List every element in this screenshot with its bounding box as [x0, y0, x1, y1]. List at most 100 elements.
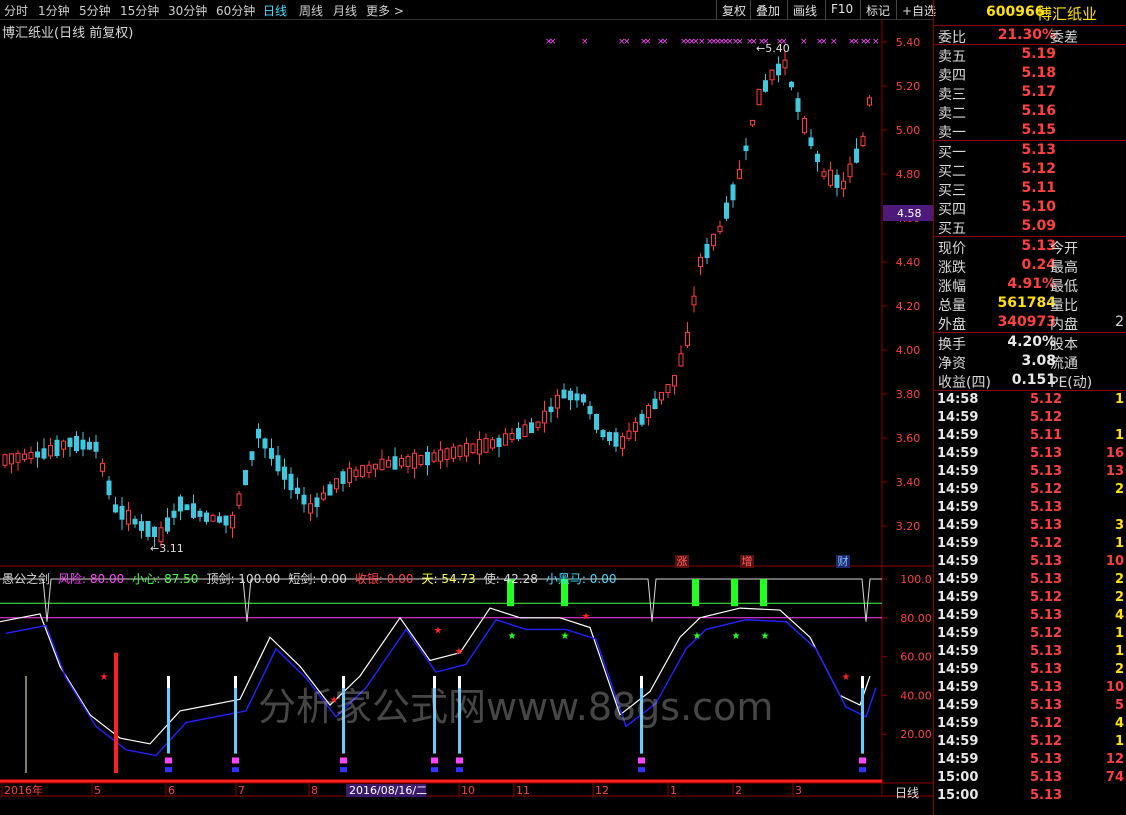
tick-price: 5.13: [1030, 662, 1063, 677]
tick-row: 14:59 5.13 1: [934, 643, 1126, 661]
stock-name[interactable]: 博汇纸业: [1037, 3, 1097, 24]
candlesticks: [2, 50, 872, 548]
tick-row: 15:00 5.13: [934, 787, 1126, 805]
candle-body: [373, 463, 378, 470]
ask-level-1-label: 卖四: [938, 68, 966, 84]
candle-body: [470, 443, 476, 454]
quote-panel: 600966 博汇纸业 委比 21.30% 委差 卖五 5.19 卖四 5.18 卖三 5…: [933, 0, 1126, 815]
blue-base-4: [456, 767, 463, 773]
date-label-7: 12: [595, 784, 609, 797]
candle-body: [379, 458, 385, 471]
candle-body: [568, 390, 573, 401]
quote-stat-1-label: 涨跌: [938, 260, 966, 276]
tick-time: 14:59: [937, 536, 979, 551]
candle-body: [581, 394, 586, 403]
candle-body: [269, 447, 274, 459]
tick-volume: 1: [1114, 392, 1124, 407]
tick-volume: 2: [1114, 590, 1124, 605]
tick-price: 5.12: [1030, 716, 1063, 731]
period-tab-0[interactable]: 分时: [4, 2, 28, 19]
date-label-3: 7: [238, 784, 245, 797]
tick-price: 5.12: [1030, 392, 1063, 407]
tick-row: 14:59 5.13 13: [934, 463, 1126, 481]
ask-level-2-label: 卖三: [938, 87, 966, 103]
tick-price: 5.13: [1030, 572, 1063, 587]
tick-volume: 2: [1114, 482, 1124, 497]
candle-body: [314, 497, 320, 507]
green-star-2: ★: [693, 631, 702, 642]
toolbar-button-1[interactable]: 叠加: [750, 0, 785, 20]
event-badge-text-0: 涨: [677, 555, 688, 568]
tick-volume: 13: [1105, 464, 1124, 479]
bid-level-2-label: 买三: [938, 183, 966, 199]
red-star-5: ★: [842, 672, 851, 683]
candle-body: [665, 384, 671, 393]
ask-level-4-value: 5.15: [1021, 122, 1056, 138]
bid-level-0-label: 买一: [938, 145, 966, 161]
candle-body: [457, 445, 463, 458]
tick-list[interactable]: 14:58 5.12 1 14:59 5.12 14:59 5.11 1 14:59 5.13 16…: [934, 391, 1126, 805]
blue-base-3: [431, 767, 438, 773]
candle-body: [737, 169, 742, 179]
signal-marker-35: ×: [864, 37, 872, 47]
tick-time: 14:59: [937, 626, 979, 641]
candle-body: [100, 462, 105, 472]
candle-body: [828, 169, 833, 186]
tick-time: 14:59: [937, 680, 979, 695]
candle-body: [204, 512, 209, 522]
candle-body: [210, 514, 216, 522]
toolbar-button-3[interactable]: F10: [825, 0, 858, 20]
candle-body: [321, 492, 326, 500]
stock-code[interactable]: 600966: [986, 4, 1044, 20]
event-badge-text-1: 增: [742, 554, 753, 568]
quote-stat-2: 涨幅 4.91% 最低: [934, 275, 1126, 295]
period-tab-3[interactable]: 15分钟: [120, 2, 159, 19]
candle-body: [503, 433, 508, 446]
candle-body: [607, 432, 612, 442]
indicator-value-0: 风险: 80.00: [58, 572, 125, 586]
candle-body: [262, 438, 268, 449]
candle-body: [763, 80, 768, 92]
toolbar-button-2[interactable]: 画线: [787, 0, 822, 20]
tick-time: 14:59: [937, 734, 979, 749]
tick-row: 14:58 5.12 1: [934, 391, 1126, 409]
ind-axis-label-3: 40.00: [900, 689, 932, 702]
period-tab-8[interactable]: 月线: [333, 2, 357, 19]
period-tab-7[interactable]: 周线: [299, 2, 323, 19]
period-tab-1[interactable]: 1分钟: [38, 2, 70, 19]
tick-row: 14:59 5.12 2: [934, 481, 1126, 499]
low-price-label: ←3.11: [150, 542, 184, 555]
white-spike-top-1: [234, 676, 237, 688]
period-tab-2[interactable]: 5分钟: [79, 2, 111, 19]
period-tab-4[interactable]: 30分钟: [168, 2, 207, 19]
period-tab-6[interactable]: 日线: [263, 2, 287, 19]
signal-marker-28: ×: [800, 37, 808, 47]
candle-body: [652, 398, 658, 410]
cursor-date-text: 2016/08/16/二: [349, 784, 427, 797]
candle-body: [509, 432, 515, 441]
tick-volume: 12: [1105, 752, 1124, 767]
candle-body: [555, 394, 560, 409]
toolbar-button-4[interactable]: 标记: [860, 0, 895, 20]
tick-volume: 1: [1114, 644, 1124, 659]
signal-marker-30: ×: [820, 37, 828, 47]
candle-body: [626, 430, 632, 439]
indicator-value-2: 顶剑: 100.00: [206, 572, 281, 586]
tick-time: 14:59: [937, 644, 979, 659]
chart-area[interactable]: 5.405.205.004.804.604.404.204.003.803.60…: [0, 20, 933, 815]
candle-body: [600, 430, 606, 438]
tick-row: 14:59 5.13 4: [934, 607, 1126, 625]
period-tab-5[interactable]: 60分钟: [216, 2, 255, 19]
indicator-value-7: 小黑马: 0.00: [545, 572, 617, 586]
candle-body: [802, 117, 807, 134]
bid-level-3-value: 5.10: [1021, 199, 1056, 215]
ask-level-3-value: 5.16: [1021, 103, 1056, 119]
white-spike-top-0: [167, 676, 170, 688]
toolbar-button-0[interactable]: 复权: [716, 0, 751, 20]
period-tab-9[interactable]: 更多 >: [366, 2, 404, 19]
signal-marker-1: ×: [549, 37, 557, 47]
signal-marker-4: ×: [623, 37, 631, 47]
ask-level-1: 卖四 5.18: [934, 64, 1126, 84]
candle-body: [275, 455, 281, 472]
ask-level-3: 卖二 5.16: [934, 102, 1126, 122]
